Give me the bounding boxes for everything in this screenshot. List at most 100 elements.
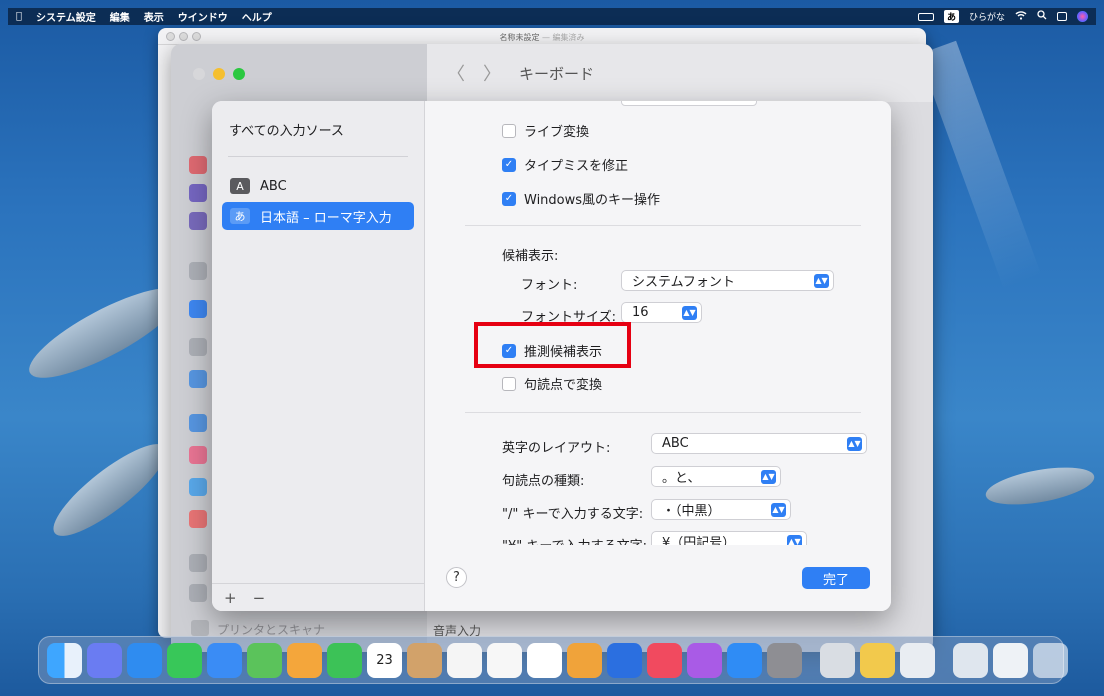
sheet-footer: ? 完了	[425, 545, 891, 611]
music-icon[interactable]	[647, 642, 682, 678]
menu-window[interactable]: ウインドウ	[178, 9, 228, 24]
typo-correction-checkbox[interactable]: ✓ タイプミスを修正	[502, 155, 628, 174]
font-value: システムフォント	[632, 275, 735, 290]
printer-icon[interactable]	[191, 620, 209, 636]
menu-bar-status: あ ひらがな	[917, 10, 1088, 23]
candidate-section-title: 候補表示:	[502, 249, 559, 264]
sound-icon[interactable]	[189, 156, 207, 174]
wallpaper-dolphin	[983, 460, 1097, 512]
punctuation-type-popup[interactable]: 。と、 ▲▼	[651, 466, 781, 487]
punctuation-type-value: 。と、	[662, 471, 701, 486]
input-source-badge[interactable]: あ	[943, 10, 959, 23]
menu-app-name[interactable]: システム設定	[36, 9, 96, 24]
game-center-icon[interactable]	[189, 446, 207, 464]
safari-icon[interactable]	[127, 642, 162, 678]
input-source-list-panel: すべての入力ソース A ABC あ 日本語 – ローマ字入力 + −	[212, 101, 425, 611]
keynote-icon[interactable]	[567, 642, 602, 678]
facetime-icon[interactable]	[327, 642, 362, 678]
apple-menu-icon[interactable]: 	[16, 11, 22, 22]
mouse-icon[interactable]	[189, 584, 207, 602]
background-window-title: 名称未設定 — 編集済み	[158, 32, 926, 43]
pages-icon[interactable]	[860, 642, 895, 678]
windows-keys-checkbox[interactable]: ✓ Windows風のキー操作	[502, 189, 660, 208]
help-button[interactable]: ?	[446, 567, 467, 588]
font-popup[interactable]: システムフォント ▲▼	[621, 270, 834, 291]
app-store-icon[interactable]	[727, 642, 762, 678]
spotlight-search-icon[interactable]	[1037, 10, 1047, 23]
add-input-source-button[interactable]: +	[224, 589, 237, 607]
zoom-icon[interactable]	[233, 68, 245, 80]
photos-icon[interactable]	[287, 642, 322, 678]
highlight-annotation	[474, 322, 631, 368]
chevron-updown-icon: ▲▼	[682, 306, 697, 320]
input-source-label[interactable]: ひらがな	[969, 10, 1005, 23]
page-title: キーボード	[519, 64, 595, 83]
checkbox-label: Windows風のキー操作	[524, 193, 661, 208]
launchpad-icon[interactable]	[87, 642, 122, 678]
trash-icon[interactable]	[1033, 642, 1068, 678]
freeform-icon[interactable]	[527, 642, 562, 678]
input-source-label: 日本語 – ローマ字入力	[260, 210, 392, 226]
menu-bar:  システム設定 編集 表示 ウインドウ ヘルプ あ ひらがな	[8, 8, 1096, 25]
downloads-stack-icon[interactable]	[953, 642, 988, 678]
battery-icon[interactable]	[917, 12, 934, 21]
siri-icon[interactable]	[1077, 11, 1088, 22]
word-icon[interactable]	[607, 642, 642, 678]
menu-edit[interactable]: 編集	[110, 9, 130, 24]
privacy-icon[interactable]	[189, 300, 207, 318]
users-icon[interactable]	[189, 370, 207, 388]
control-center-icon[interactable]	[1057, 12, 1067, 21]
maps-icon[interactable]	[247, 642, 282, 678]
english-layout-label: 英字のレイアウト:	[502, 441, 611, 456]
punctuation-convert-checkbox[interactable]: 句読点で変換	[502, 374, 602, 393]
english-layout-value: ABC	[662, 436, 689, 451]
touch-id-icon[interactable]	[189, 338, 207, 356]
menu-view[interactable]: 表示	[144, 9, 164, 24]
live-conversion-checkbox[interactable]: ライブ変換	[502, 121, 589, 140]
notes-icon[interactable]	[487, 642, 522, 678]
input-source-abc[interactable]: A ABC	[222, 172, 414, 200]
checkbox-label: 句読点で変換	[524, 378, 603, 393]
calendar-icon[interactable]: 23	[367, 642, 402, 678]
dock: 23	[38, 636, 1068, 684]
wifi-icon[interactable]	[1015, 10, 1027, 23]
input-source-list-footer: + −	[212, 583, 425, 611]
english-layout-popup[interactable]: ABC ▲▼	[651, 433, 867, 454]
slash-key-popup[interactable]: ・（中黒） ▲▼	[651, 499, 791, 520]
messages-icon[interactable]	[167, 642, 202, 678]
focus-icon[interactable]	[189, 184, 207, 202]
contacts-icon[interactable]	[407, 642, 442, 678]
menu-help[interactable]: ヘルプ	[242, 9, 272, 24]
finder-icon[interactable]	[47, 642, 82, 678]
checkbox-label: タイプミスを修正	[524, 159, 629, 174]
hiragana-input-icon: あ	[230, 208, 250, 224]
minimize-icon[interactable]	[213, 68, 225, 80]
documents-stack-icon[interactable]	[993, 642, 1028, 678]
reminders-icon[interactable]	[447, 642, 482, 678]
input-source-japanese-romaji[interactable]: あ 日本語 – ローマ字入力	[222, 202, 414, 230]
font-label: フォント:	[521, 278, 578, 293]
back-icon[interactable]: 〈	[447, 60, 465, 86]
keyboard-icon[interactable]	[189, 554, 207, 572]
font-size-popup[interactable]: 16 ▲▼	[621, 302, 702, 323]
preview-icon[interactable]	[820, 642, 855, 678]
icloud-icon[interactable]	[189, 478, 207, 496]
forward-icon[interactable]: 〉	[483, 60, 501, 86]
chevron-updown-icon: ▲▼	[761, 470, 776, 484]
screen-time-icon[interactable]	[189, 212, 207, 230]
checkbox-box	[502, 123, 516, 138]
system-settings-icon[interactable]	[767, 642, 802, 678]
input-source-label: ABC	[260, 178, 287, 194]
lock-screen-icon[interactable]	[189, 262, 207, 280]
screenshot-icon[interactable]	[900, 642, 935, 678]
remove-input-source-button[interactable]: −	[253, 589, 266, 607]
slash-key-label: "/" キーで入力する文字:	[502, 507, 644, 522]
internet-accounts-icon[interactable]	[189, 414, 207, 432]
wallet-icon[interactable]	[189, 510, 207, 528]
podcasts-icon[interactable]	[687, 642, 722, 678]
close-icon[interactable]	[193, 68, 205, 80]
divider	[465, 225, 861, 226]
done-button[interactable]: 完了	[802, 567, 870, 589]
divider	[228, 156, 408, 157]
mail-icon[interactable]	[207, 642, 242, 678]
